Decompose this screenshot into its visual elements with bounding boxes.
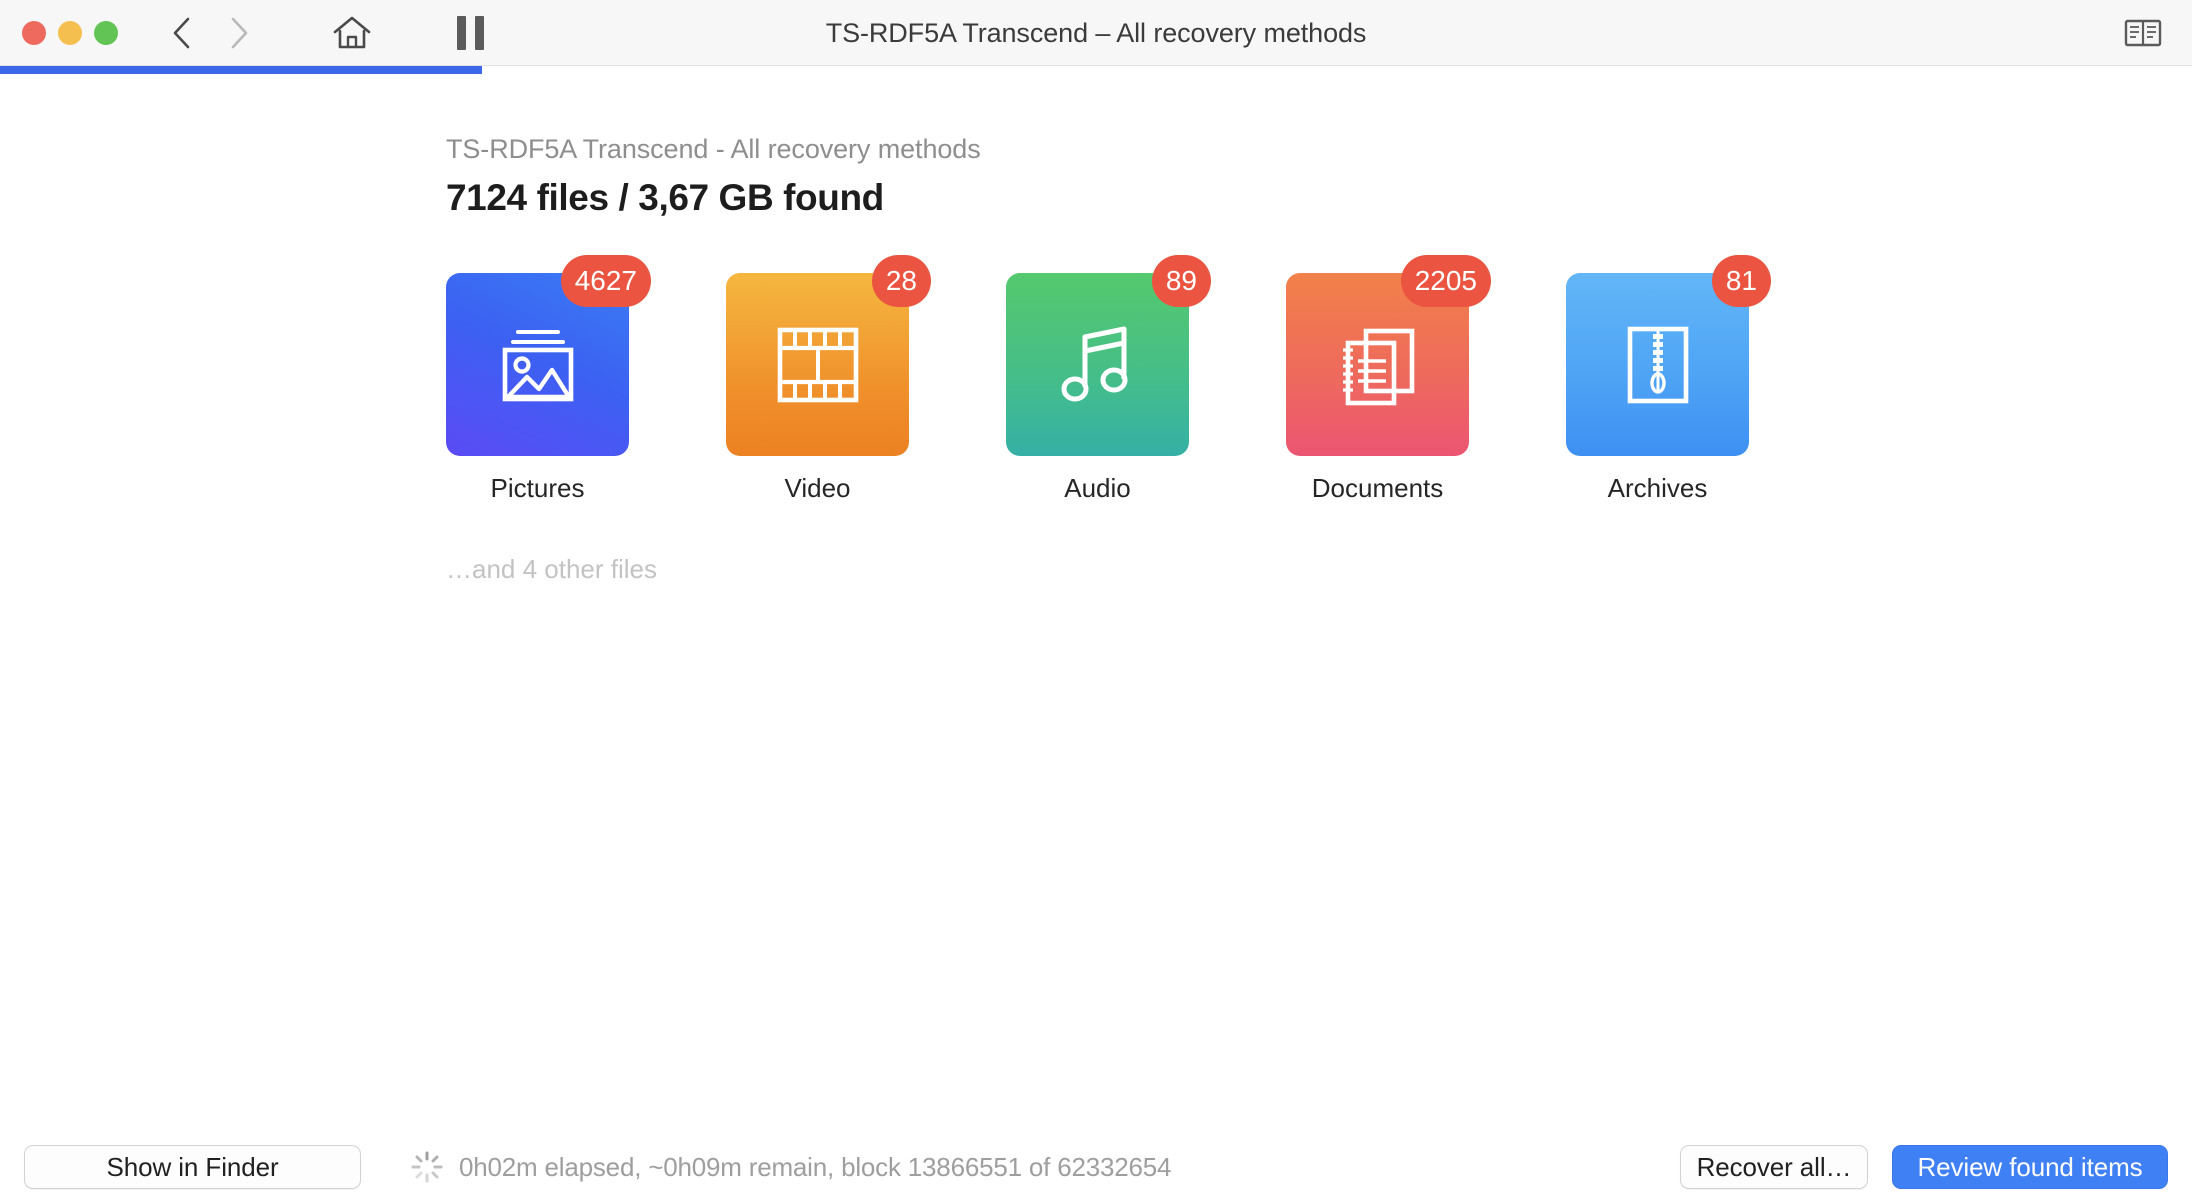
- zip-archive-icon: [1608, 315, 1708, 415]
- pause-icon: [456, 15, 484, 50]
- status-badge: 89: [1151, 255, 1211, 307]
- status-badge: 2205: [1400, 255, 1491, 307]
- chevron-right-icon: [231, 17, 248, 48]
- title-bar: TS-RDF5A Transcend – All recovery method…: [0, 0, 2192, 66]
- forward-button[interactable]: [220, 14, 258, 52]
- category-tile-video[interactable]: 28 Video: [726, 255, 1006, 504]
- back-button[interactable]: [162, 14, 200, 52]
- close-button[interactable]: [22, 20, 46, 45]
- status-badge: 4627: [560, 255, 651, 307]
- category-label: Video: [784, 473, 851, 503]
- recover-all-button[interactable]: Recover all…: [1680, 1145, 1868, 1189]
- review-found-items-button[interactable]: Review found items: [1892, 1145, 2168, 1189]
- status-badge: 81: [1711, 255, 1771, 307]
- footer-bar: Show in Finder 0h02m elapsed, ~0h09m rem…: [0, 1130, 2192, 1204]
- traffic-lights: [22, 20, 118, 45]
- spinner-icon: [411, 1151, 443, 1183]
- found-summary: 7124 files / 3,67 GB found: [446, 177, 884, 218]
- image-icon: [488, 315, 588, 415]
- scan-subtitle: TS-RDF5A Transcend - All recovery method…: [446, 134, 981, 164]
- film-strip-icon: [768, 315, 868, 415]
- main-content: TS-RDF5A Transcend - All recovery method…: [0, 74, 2192, 1130]
- category-tile-archives[interactable]: 81 Archives: [1566, 255, 1846, 504]
- home-icon: [333, 16, 371, 48]
- zoom-button[interactable]: [94, 20, 118, 45]
- app-window: TS-RDF5A Transcend – All recovery method…: [0, 0, 2192, 1204]
- category-label: Pictures: [490, 473, 585, 503]
- category-tile-documents[interactable]: 2205 Documents: [1286, 255, 1566, 504]
- tile-surface[interactable]: 89: [1006, 255, 1211, 456]
- category-label: Audio: [1064, 473, 1131, 503]
- status-badge: 28: [871, 255, 931, 307]
- category-tile-audio[interactable]: 89 Audio: [1006, 255, 1286, 504]
- show-in-finder-button[interactable]: Show in Finder: [24, 1145, 361, 1189]
- scan-status-text: 0h02m elapsed, ~0h09m remain, block 1386…: [459, 1151, 1172, 1182]
- music-note-icon: [1048, 315, 1148, 415]
- pause-button[interactable]: [448, 11, 492, 55]
- chevron-left-icon: [173, 17, 190, 48]
- minimize-button[interactable]: [58, 20, 82, 45]
- category-tiles: 4627 Pictures 28 Video 89 Audio 2205 Doc…: [446, 255, 2192, 504]
- tile-surface[interactable]: 2205: [1286, 255, 1491, 456]
- log-view-button[interactable]: [2120, 13, 2166, 53]
- tile-surface[interactable]: 81: [1566, 255, 1771, 456]
- category-tile-pictures[interactable]: 4627 Pictures: [446, 255, 726, 504]
- home-button[interactable]: [328, 9, 376, 57]
- log-book-icon: [2124, 19, 2162, 46]
- category-label: Archives: [1607, 473, 1708, 503]
- tile-surface[interactable]: 28: [726, 255, 931, 456]
- other-files-note: …and 4 other files: [446, 554, 658, 584]
- scan-progress-bar: [0, 66, 2192, 74]
- documents-icon: [1328, 315, 1428, 415]
- navigation-buttons: [162, 14, 258, 52]
- footer-actions: Recover all… Review found items: [1680, 1145, 2168, 1189]
- tile-surface[interactable]: 4627: [446, 255, 651, 456]
- scan-progress-fill: [0, 66, 483, 74]
- category-label: Documents: [1311, 473, 1444, 503]
- scan-status: 0h02m elapsed, ~0h09m remain, block 1386…: [411, 1151, 1171, 1183]
